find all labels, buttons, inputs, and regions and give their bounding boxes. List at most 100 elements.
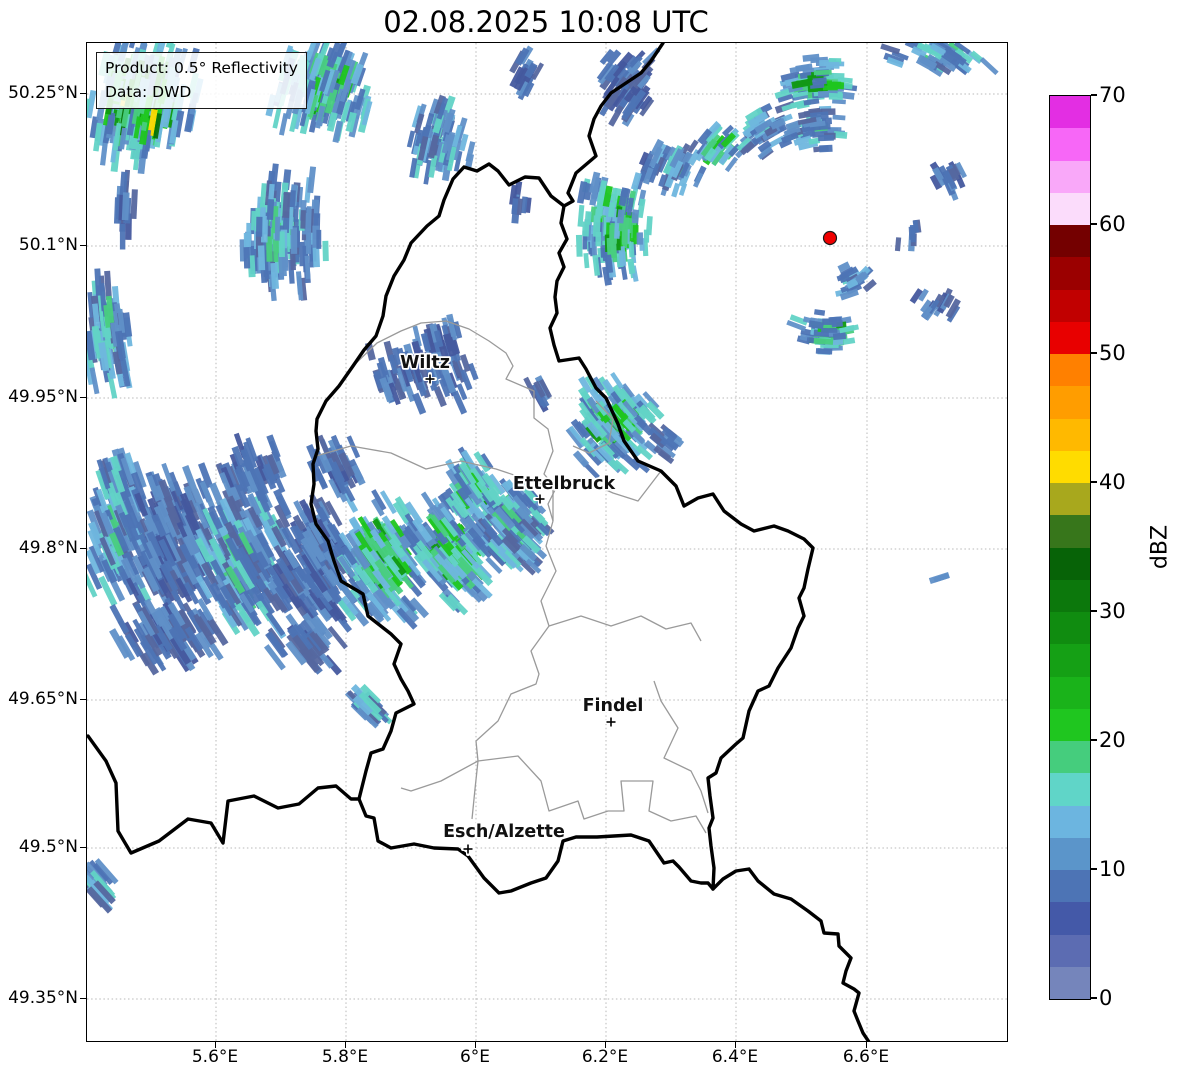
colorbar-band bbox=[1050, 708, 1090, 741]
colorbar-band bbox=[1050, 934, 1090, 967]
colorbar-band bbox=[1050, 676, 1090, 709]
colorbar-tick-label: 0 bbox=[1099, 986, 1113, 1010]
colorbar-tick-label: 30 bbox=[1099, 599, 1126, 623]
colorbar-band bbox=[1050, 515, 1090, 548]
radar-echo-blob bbox=[880, 43, 999, 78]
colorbar-tick-label: 60 bbox=[1099, 212, 1126, 236]
colorbar-tick-label: 40 bbox=[1099, 470, 1126, 494]
data-source-line: Data: DWD bbox=[105, 83, 192, 101]
colorbar-band bbox=[1050, 225, 1090, 258]
city-label: Wiltz bbox=[400, 353, 450, 373]
colorbar-tick-mark bbox=[1091, 223, 1097, 225]
radar-echo-blob bbox=[364, 333, 479, 415]
colorbar-band bbox=[1050, 96, 1090, 129]
reflectivity-colorbar bbox=[1049, 95, 1091, 1000]
latitude-tick-mark bbox=[80, 547, 86, 549]
latitude-tick-label: 50.25°N bbox=[8, 83, 78, 103]
latitude-tick-mark bbox=[80, 244, 86, 246]
latitude-tick-label: 49.95°N bbox=[8, 387, 78, 407]
city-annotation: Findel bbox=[581, 694, 645, 729]
radar-echo-blob bbox=[306, 434, 366, 503]
radar-echo-blob bbox=[109, 597, 229, 676]
colorbar-tick-mark bbox=[1091, 739, 1097, 741]
radar-echo-blob bbox=[336, 489, 430, 630]
colorbar-band bbox=[1050, 321, 1090, 354]
radar-site-marker bbox=[822, 230, 838, 246]
longitude-tick-mark bbox=[474, 1042, 476, 1048]
radar-echo-blob bbox=[87, 268, 133, 399]
latitude-tick-label: 49.35°N bbox=[8, 988, 78, 1008]
colorbar-band bbox=[1050, 192, 1090, 225]
colorbar-tick-mark bbox=[1091, 868, 1097, 870]
map-panel: Wiltz Ettelbruck Findel Esch/Alzette Produc… bbox=[86, 42, 1008, 1042]
longitude-tick-mark bbox=[214, 1042, 216, 1048]
radar-echo-blob bbox=[509, 45, 545, 101]
city-annotation: Esch/Alzette bbox=[441, 820, 567, 856]
latitude-tick-mark bbox=[80, 997, 86, 999]
longitude-tick-mark bbox=[734, 1042, 736, 1048]
radar-echo-blob bbox=[239, 163, 329, 302]
radar-echo-blob bbox=[523, 375, 553, 413]
longitude-tick-mark bbox=[344, 1042, 346, 1048]
city-label: Esch/Alzette bbox=[443, 822, 565, 842]
colorbar-band bbox=[1050, 354, 1090, 387]
colorbar-band bbox=[1050, 805, 1090, 838]
longitude-tick-mark bbox=[865, 1042, 867, 1048]
colorbar-band bbox=[1050, 902, 1090, 935]
colorbar-band bbox=[1050, 966, 1090, 999]
colorbar-band bbox=[1050, 450, 1090, 483]
radar-echo-blob bbox=[648, 138, 707, 198]
radar-echo-blob bbox=[894, 219, 922, 252]
colorbar-band bbox=[1050, 128, 1090, 161]
colorbar-band bbox=[1050, 644, 1090, 677]
colorbar-tick-label: 20 bbox=[1099, 728, 1126, 752]
longitude-tick-label: 5.6°E bbox=[191, 1047, 239, 1067]
colorbar-band bbox=[1050, 418, 1090, 451]
colorbar-band bbox=[1050, 870, 1090, 903]
radar-echo-blob bbox=[835, 261, 877, 301]
city-label: Ettelbruck bbox=[513, 474, 616, 494]
latitude-tick-mark bbox=[80, 846, 86, 848]
colorbar-band bbox=[1050, 547, 1090, 580]
radar-echo-blob bbox=[509, 181, 532, 224]
longitude-tick-label: 6.2°E bbox=[581, 1047, 629, 1067]
radar-figure: 02.08.2025 10:08 UTC Wiltz Ettelbruck Find… bbox=[0, 0, 1184, 1081]
colorbar-band bbox=[1050, 612, 1090, 645]
latitude-tick-mark bbox=[80, 698, 86, 700]
latitude-tick-label: 49.65°N bbox=[8, 689, 78, 709]
longitude-tick-label: 5.8°E bbox=[321, 1047, 369, 1067]
colorbar-band bbox=[1050, 160, 1090, 193]
colorbar-tick-label: 50 bbox=[1099, 341, 1126, 365]
colorbar-band bbox=[1050, 773, 1090, 806]
colorbar-unit-label: dBZ bbox=[1147, 524, 1173, 570]
colorbar-band bbox=[1050, 741, 1090, 774]
radar-echo-blob bbox=[87, 447, 153, 607]
colorbar-tick-mark bbox=[1091, 481, 1097, 483]
radar-echo-blob bbox=[406, 94, 476, 185]
product-info-box: Product: 0.5° Reflectivity Data: DWD bbox=[96, 52, 307, 109]
product-info-line: Product: 0.5° Reflectivity bbox=[105, 59, 298, 77]
latitude-tick-mark bbox=[80, 92, 86, 94]
latitude-tick-mark bbox=[80, 396, 86, 398]
colorbar-tick-label: 70 bbox=[1099, 83, 1126, 107]
radar-echo-blob bbox=[929, 161, 967, 201]
colorbar-band bbox=[1050, 386, 1090, 419]
colorbar-tick-mark bbox=[1091, 94, 1097, 96]
radar-echo-blob bbox=[344, 683, 393, 729]
figure-title: 02.08.2025 10:08 UTC bbox=[383, 5, 709, 39]
latitude-tick-label: 50.1°N bbox=[18, 235, 78, 255]
radar-echo-blob bbox=[928, 572, 950, 585]
colorbar-band bbox=[1050, 483, 1090, 516]
colorbar-tick-label: 10 bbox=[1099, 857, 1126, 881]
radar-echo-blob bbox=[87, 858, 119, 914]
longitude-tick-label: 6.6°E bbox=[842, 1047, 890, 1067]
colorbar-band bbox=[1050, 289, 1090, 322]
colorbar-tick-mark bbox=[1091, 610, 1097, 612]
radar-echo-blob bbox=[786, 309, 859, 355]
radar-echo-blob bbox=[909, 287, 961, 323]
colorbar-band bbox=[1050, 837, 1090, 870]
radar-echo-blob bbox=[113, 169, 138, 250]
colorbar-band bbox=[1050, 257, 1090, 290]
radar-map-canvas: Wiltz Ettelbruck Findel Esch/Alzette bbox=[87, 43, 1007, 1041]
colorbar-tick-mark bbox=[1091, 352, 1097, 354]
